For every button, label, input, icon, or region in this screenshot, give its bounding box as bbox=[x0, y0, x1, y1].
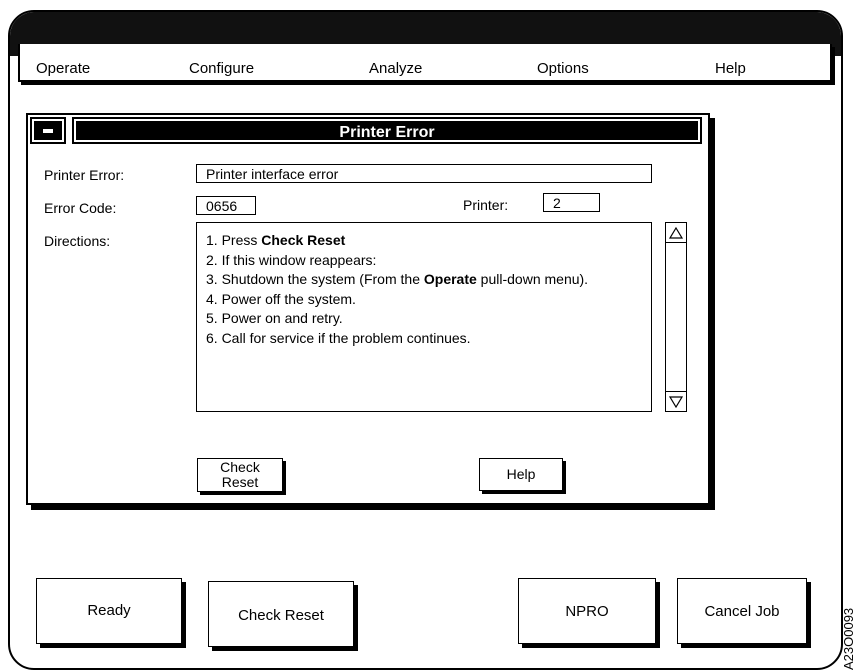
direction-line: 1. Press Check Reset bbox=[206, 232, 346, 248]
direction-line: 4. Power off the system. bbox=[206, 290, 356, 307]
menu-configure[interactable]: Configure bbox=[189, 60, 254, 78]
error-code-label: Error Code: bbox=[44, 200, 117, 216]
dialog-check-reset-button[interactable]: Check Reset bbox=[197, 458, 283, 492]
check-reset-label-line2: Reset bbox=[221, 474, 259, 490]
error-code-field: 0656 bbox=[196, 196, 256, 215]
printer-field: 2 bbox=[543, 193, 600, 212]
menu-analyze[interactable]: Analyze bbox=[369, 60, 422, 78]
menu-help[interactable]: Help bbox=[715, 60, 746, 78]
minus-icon bbox=[43, 129, 53, 133]
dialog-title: Printer Error bbox=[72, 117, 702, 144]
dialog-help-button[interactable]: Help bbox=[479, 458, 563, 491]
direction-line: 2. If this window reappears: bbox=[206, 251, 377, 268]
scroll-up-button[interactable] bbox=[666, 223, 686, 243]
direction-line: 3. Shutdown the system (From the Operate… bbox=[206, 271, 589, 287]
directions-text-area[interactable]: 1. Press Check Reset 2. If this window r… bbox=[196, 222, 652, 412]
direction-line: 6. Call for service if the problem conti… bbox=[206, 329, 471, 346]
menu-options[interactable]: Options bbox=[537, 60, 589, 78]
directions-label: Directions: bbox=[44, 233, 111, 249]
printer-label: Printer: bbox=[463, 197, 509, 213]
scroll-down-button[interactable] bbox=[666, 391, 686, 411]
scroll-up-icon bbox=[669, 226, 683, 239]
printer-error-label: Printer Error: bbox=[44, 167, 125, 183]
figure-code: A23O0093 bbox=[841, 607, 856, 670]
check-reset-label-line1: Check bbox=[220, 459, 260, 475]
directions-scrollbar[interactable] bbox=[665, 222, 687, 412]
check-reset-button[interactable]: Check Reset bbox=[208, 581, 354, 647]
direction-line: 5. Power on and retry. bbox=[206, 310, 343, 326]
npro-button[interactable]: NPRO bbox=[518, 578, 656, 644]
window-menu-icon[interactable] bbox=[30, 117, 66, 144]
cancel-job-button[interactable]: Cancel Job bbox=[677, 578, 807, 644]
help-button-label: Help bbox=[506, 466, 536, 482]
scroll-down-icon bbox=[669, 395, 683, 408]
ready-button[interactable]: Ready bbox=[36, 578, 182, 644]
menu-bar: Operate Configure Analyze Options Help bbox=[18, 44, 832, 82]
printer-error-field: Printer interface error bbox=[196, 164, 652, 183]
menu-operate[interactable]: Operate bbox=[36, 60, 90, 78]
